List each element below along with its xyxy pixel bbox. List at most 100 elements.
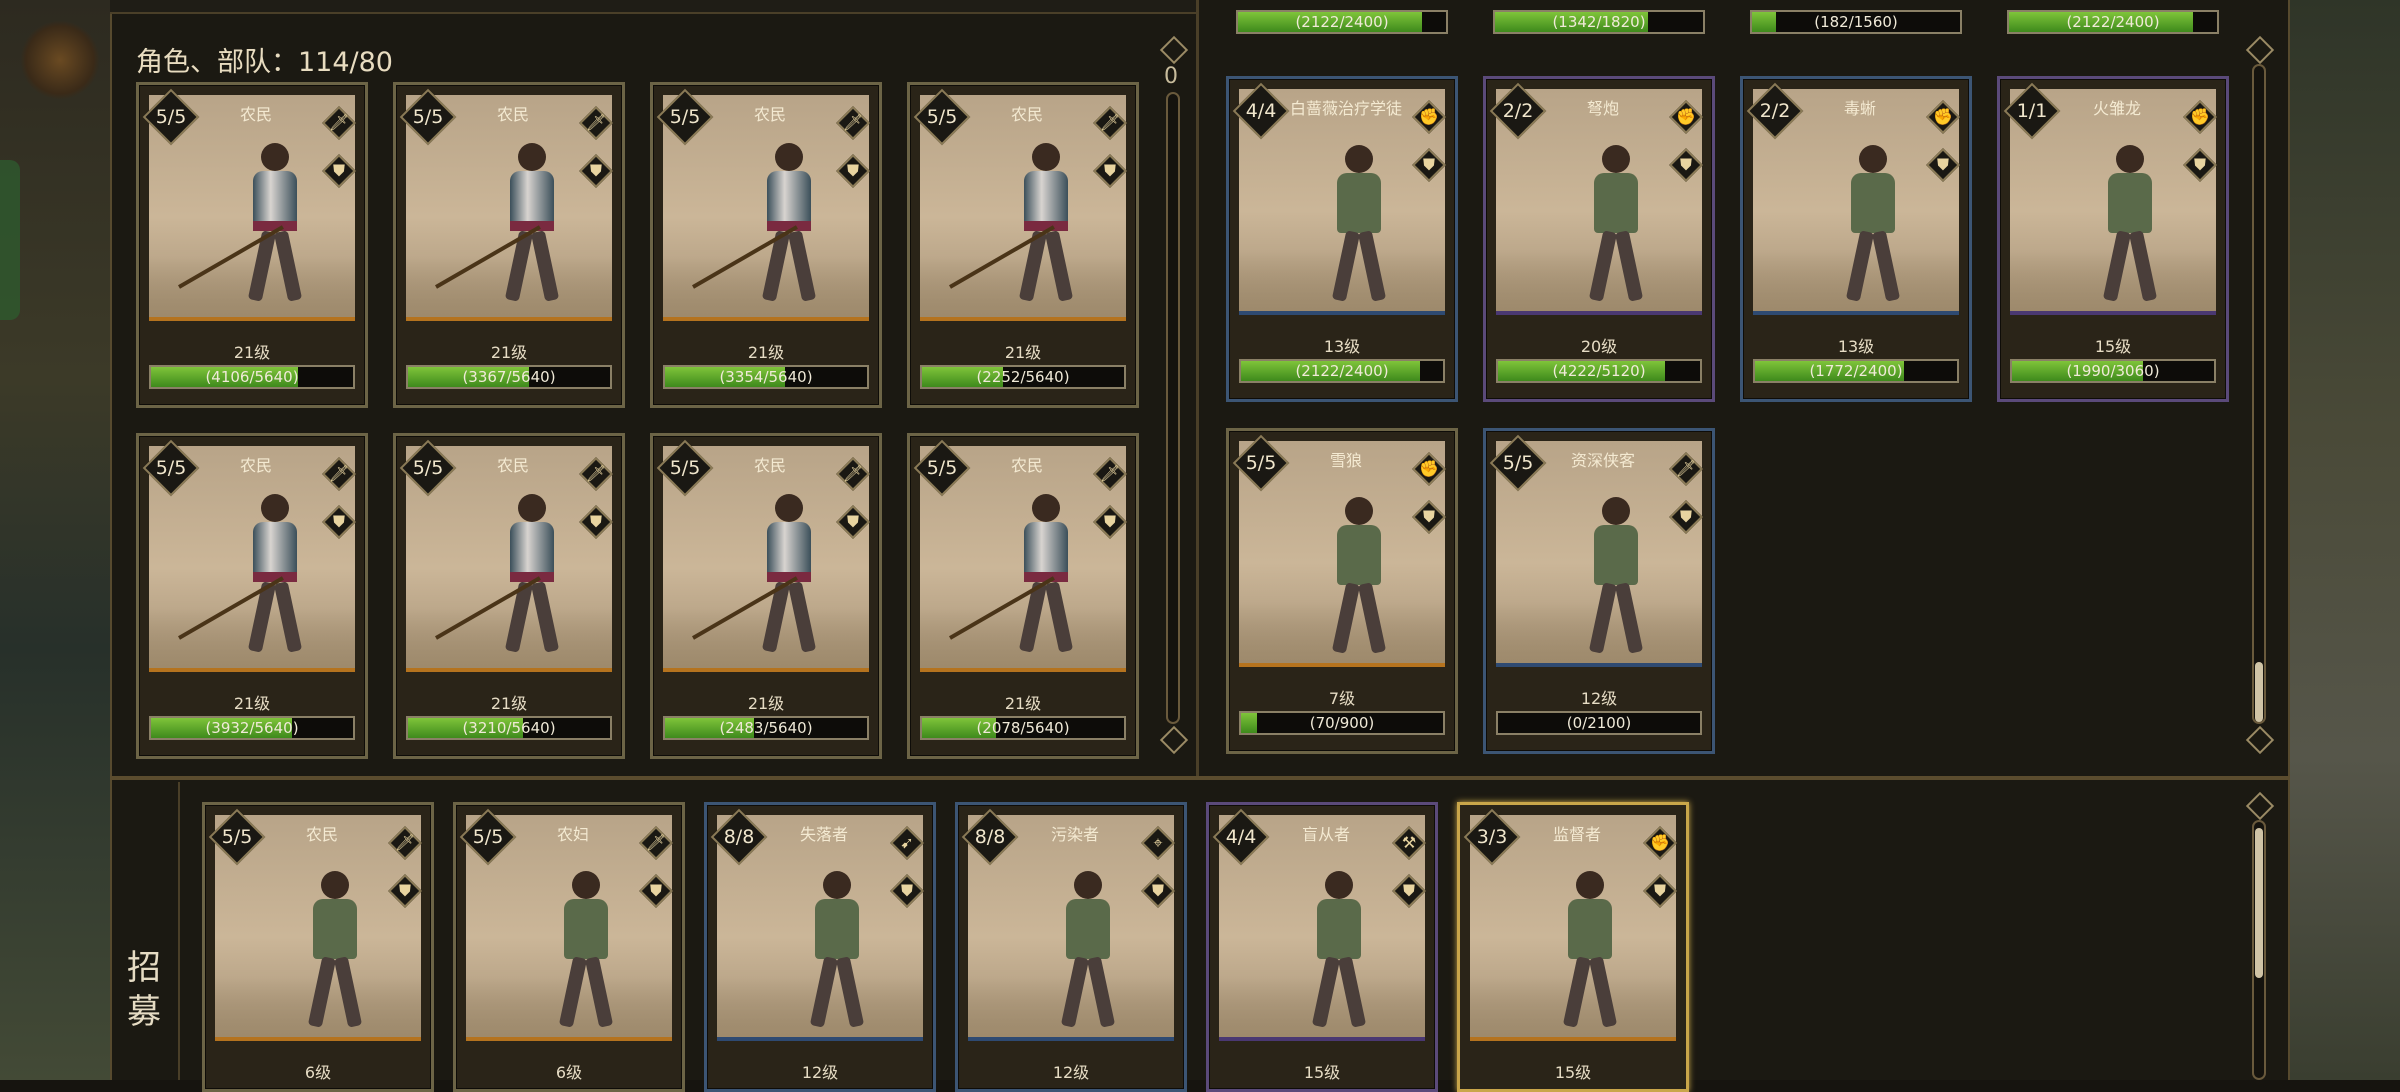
unit-card[interactable]: 5/5 农民 🗡 ⛊ 21级 (3367/5640) (393, 82, 625, 408)
hp-text: (3367/5640) (462, 368, 556, 386)
shield-icon: ⛊ (1669, 500, 1703, 534)
hp-bar: (3210/5640) (406, 716, 612, 740)
unit-card[interactable]: 5/5 农民 🗡 ⛊ 21级 (2252/5640) (907, 82, 1139, 408)
unit-figure (285, 865, 385, 1045)
stack-count-badge: 5/5 (656, 88, 714, 146)
unit-card[interactable]: 1/1 火雏龙 ✊ ⛊ 15级 (1990/3060) (1997, 76, 2229, 402)
shield-icon: ⛊ (1669, 148, 1703, 182)
unit-level: 21级 (1004, 694, 1042, 713)
unit-card[interactable]: 5/5 资深侠客 🗡 ⛊ 12级 (0/2100) (1483, 428, 1715, 754)
unit-name: 失落者 (799, 825, 848, 844)
stack-count: 5/5 (472, 826, 504, 848)
right-scrollbar-thumb[interactable] (2255, 662, 2263, 722)
unit-card[interactable]: 3/3 监督者 ✊ ⛊ 15级 (1457, 802, 1689, 1092)
background-glow (20, 20, 100, 100)
recruit-scrollbar[interactable] (2252, 820, 2266, 1080)
hp-bar: (2122/2400) (1236, 10, 1448, 34)
axe-icon: ⚒ (1392, 826, 1426, 860)
shield-icon: ⛊ (1392, 874, 1426, 908)
peasant-figure (178, 486, 329, 676)
unit-card[interactable]: 2/2 毒蜥 ✊ ⛊ 13级 (1772/2400) (1740, 76, 1972, 402)
unit-card[interactable]: 4/4 盲从者 ⚒ ⛊ 15级 (1206, 802, 1438, 1092)
hp-bar: (1342/1820) (1493, 10, 1705, 34)
stack-count-badge: 2/2 (1746, 82, 1804, 140)
recruit-label: 招募 (127, 948, 161, 1032)
hp-bar: (4106/5640) (149, 365, 355, 389)
unit-card[interactable]: 4/4 白蔷薇治疗学徒 ✊ ⛊ 13级 (2122/2400) (1226, 76, 1458, 402)
stack-count-badge: 5/5 (913, 88, 971, 146)
sword-icon: 🗡 (639, 826, 673, 860)
unit-card[interactable]: 8/8 失落者 ➹ ⛊ 12级 (704, 802, 936, 1092)
unit-level: 21级 (747, 343, 785, 362)
fist-icon: ✊ (1412, 100, 1446, 134)
stack-count-badge: 5/5 (142, 88, 200, 146)
unit-name: 农民 (753, 105, 786, 124)
unit-figure (787, 865, 887, 1045)
unit-name: 农民 (1010, 105, 1043, 124)
unit-card[interactable]: 5/5 农妇 🗡 ⛊ 6级 (453, 802, 685, 1092)
hp-text: (2483/5640) (719, 719, 813, 737)
unit-figure (2080, 139, 2180, 319)
unit-card[interactable]: 5/5 农民 🗡 ⛊ 21级 (3932/5640) (136, 433, 368, 759)
stack-count-badge: 5/5 (1489, 434, 1547, 492)
stack-count-badge: 4/4 (1232, 82, 1290, 140)
hp-text: (2122/2400) (1295, 13, 1389, 31)
unit-level: 15级 (1303, 1063, 1341, 1082)
hp-bar: (2122/2400) (2007, 10, 2219, 34)
roster-scrollbar[interactable] (1166, 92, 1180, 724)
unit-card[interactable]: 5/5 农民 🗡 ⛊ 21级 (3354/5640) (650, 82, 882, 408)
stack-count-badge: 5/5 (399, 439, 457, 497)
unit-figure (1309, 491, 1409, 671)
right-scrollbar[interactable] (2252, 64, 2266, 724)
hp-text: (2122/2400) (2066, 13, 2160, 31)
recruit-scrollbar-thumb[interactable] (2255, 828, 2263, 978)
unit-name: 农民 (239, 105, 272, 124)
stack-count: 5/5 (412, 106, 444, 128)
bow-icon: ➹ (890, 826, 924, 860)
shield-icon: ⛊ (579, 154, 613, 188)
unit-level: 15级 (2094, 337, 2132, 356)
stack-count-badge: 8/8 (710, 808, 768, 866)
sword-icon: 🗡 (579, 457, 613, 491)
stack-count-badge: 4/4 (1212, 808, 1270, 866)
unit-name: 农民 (753, 456, 786, 475)
unit-level: 12级 (1580, 689, 1618, 708)
unit-card[interactable]: 2/2 弩炮 ✊ ⛊ 20级 (4222/5120) (1483, 76, 1715, 402)
stack-count-badge: 2/2 (1489, 82, 1547, 140)
peasant-figure (949, 135, 1100, 325)
shield-icon: ⛊ (579, 505, 613, 539)
unit-name: 农民 (496, 105, 529, 124)
hp-bar: (182/1560) (1750, 10, 1962, 34)
fist-icon: ✊ (2183, 100, 2217, 134)
unit-card[interactable]: 5/5 农民 🗡 ⛊ 21级 (3210/5640) (393, 433, 625, 759)
unit-level: 6级 (304, 1063, 332, 1082)
recruit-tab[interactable] (112, 782, 180, 1080)
sword-icon: 🗡 (1093, 457, 1127, 491)
unit-name: 资深侠客 (1570, 451, 1635, 470)
sword-icon: 🗡 (1093, 106, 1127, 140)
shield-icon: ⛊ (322, 505, 356, 539)
fist-icon: ✊ (1412, 452, 1446, 486)
hp-text: (182/1560) (1814, 13, 1898, 31)
stack-count: 8/8 (974, 826, 1006, 848)
unit-card[interactable]: 8/8 污染者 ⌖ ⛊ 12级 (955, 802, 1187, 1092)
hp-bar: (3932/5640) (149, 716, 355, 740)
unit-level: 21级 (747, 694, 785, 713)
unit-card[interactable]: 5/5 雪狼 ✊ ⛊ 7级 (70/900) (1226, 428, 1458, 754)
shield-icon: ⛊ (1643, 874, 1677, 908)
unit-figure (1540, 865, 1640, 1045)
unit-card[interactable]: 5/5 农民 🗡 ⛊ 21级 (2078/5640) (907, 433, 1139, 759)
unit-level: 7级 (1328, 689, 1356, 708)
stack-count-badge: 5/5 (656, 439, 714, 497)
unit-card[interactable]: 5/5 农民 🗡 ⛊ 21级 (2483/5640) (650, 433, 882, 759)
hp-text: (4222/5120) (1552, 362, 1646, 380)
stack-count: 5/5 (1502, 452, 1534, 474)
stack-count-badge: 5/5 (142, 439, 200, 497)
shield-icon: ⛊ (1412, 500, 1446, 534)
unit-card[interactable]: 5/5 农民 🗡 ⛊ 21级 (4106/5640) (136, 82, 368, 408)
shield-icon: ⛊ (836, 154, 870, 188)
stack-count: 1/1 (2016, 100, 2048, 122)
unit-card[interactable]: 5/5 农民 🗡 ⛊ 6级 (202, 802, 434, 1092)
hp-text: (2252/5640) (976, 368, 1070, 386)
shield-icon: ⛊ (322, 154, 356, 188)
